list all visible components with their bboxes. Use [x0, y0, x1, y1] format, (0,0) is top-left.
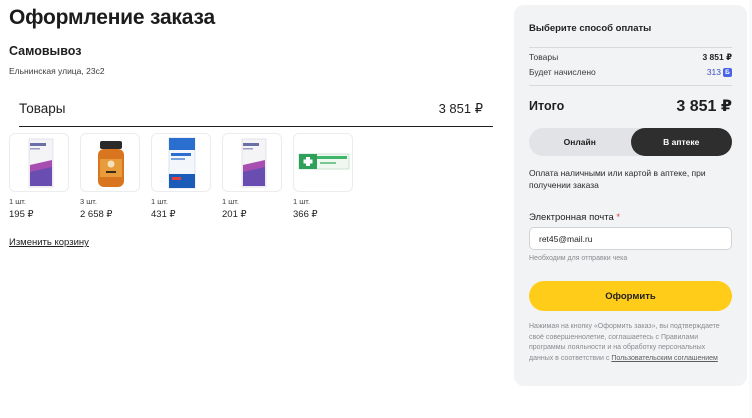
product-qty: 1 шт.: [9, 197, 26, 206]
payment-method-toggle: Онлайн В аптеке: [529, 128, 732, 156]
product-qty: 1 шт.: [151, 197, 168, 206]
summary-bonus-label: Будет начислено: [529, 67, 596, 77]
product-qty: 3 шт.: [80, 197, 97, 206]
summary-bonus-value-wrap: 313 Б: [707, 67, 732, 77]
pickup-title: Самовывоз: [9, 44, 82, 58]
total-label: Итого: [529, 99, 565, 113]
product-item[interactable]: 1 шт. 366 ₽: [293, 133, 364, 220]
product-item[interactable]: 1 шт. 201 ₽: [222, 133, 293, 220]
supplement-jar-orange-icon[interactable]: [80, 133, 140, 192]
pickup-address: Ельнинская улица, 23с2: [9, 66, 105, 76]
goods-total: 3 851 ₽: [438, 101, 483, 116]
submit-order-button[interactable]: Оформить: [529, 281, 732, 311]
summary-goods-label: Товары: [529, 52, 559, 62]
summary-goods-row: Товары 3 851 ₽: [529, 52, 732, 62]
product-qty: 1 шт.: [222, 197, 239, 206]
product-price: 431 ₽: [151, 209, 176, 220]
email-hint: Необходим для отправки чека: [529, 255, 628, 262]
summary-bonus-row: Будет начислено 313 Б: [529, 67, 732, 77]
payment-description: Оплата наличными или картой в аптеке, пр…: [529, 168, 706, 190]
edit-cart-link[interactable]: Изменить корзину: [9, 237, 89, 248]
product-item[interactable]: 1 шт. 195 ₽: [9, 133, 80, 220]
email-field[interactable]: [529, 227, 732, 250]
ointment-tube-green-icon[interactable]: [293, 133, 353, 192]
medicine-box-blue-icon[interactable]: [151, 133, 211, 192]
goods-title: Товары: [19, 101, 66, 116]
summary-goods-value: 3 851 ₽: [702, 52, 732, 62]
payment-method-title: Выберите способ оплаты: [529, 23, 652, 34]
email-label-text: Электронная почта: [529, 212, 614, 223]
product-price: 195 ₽: [9, 209, 34, 220]
toggle-online[interactable]: Онлайн: [529, 128, 631, 156]
legal-notice: Нажимая на кнопку «Оформить заказ», вы п…: [529, 322, 729, 364]
goods-header: Товары 3 851 ₽: [19, 101, 493, 127]
product-list: 1 шт. 195 ₽ 3 шт. 2 658 ₽ 1 шт. 431 ₽ 1 …: [9, 133, 364, 220]
product-price: 201 ₽: [222, 209, 247, 220]
product-qty: 1 шт.: [293, 197, 310, 206]
product-item[interactable]: 3 шт. 2 658 ₽: [80, 133, 151, 220]
summary-bonus-value: 313: [706, 67, 721, 77]
required-mark: *: [616, 212, 621, 223]
total-value: 3 851 ₽: [676, 98, 732, 115]
toggle-in-pharmacy[interactable]: В аптеке: [630, 128, 732, 156]
medicine-box-purple-icon[interactable]: [9, 133, 69, 192]
divider: [529, 47, 732, 48]
product-price: 2 658 ₽: [80, 209, 113, 220]
bonus-icon: Б: [723, 67, 732, 77]
product-item[interactable]: 1 шт. 431 ₽: [151, 133, 222, 220]
page-title: Оформление заказа: [9, 6, 215, 29]
medicine-box-purple-icon[interactable]: [222, 133, 282, 192]
email-label: Электронная почта *: [529, 212, 620, 223]
payment-panel: Выберите способ оплаты Товары 3 851 ₽ Бу…: [514, 5, 747, 386]
product-price: 366 ₽: [293, 209, 318, 220]
divider: [529, 85, 732, 86]
user-agreement-link[interactable]: Пользовательским соглашением: [611, 355, 718, 362]
